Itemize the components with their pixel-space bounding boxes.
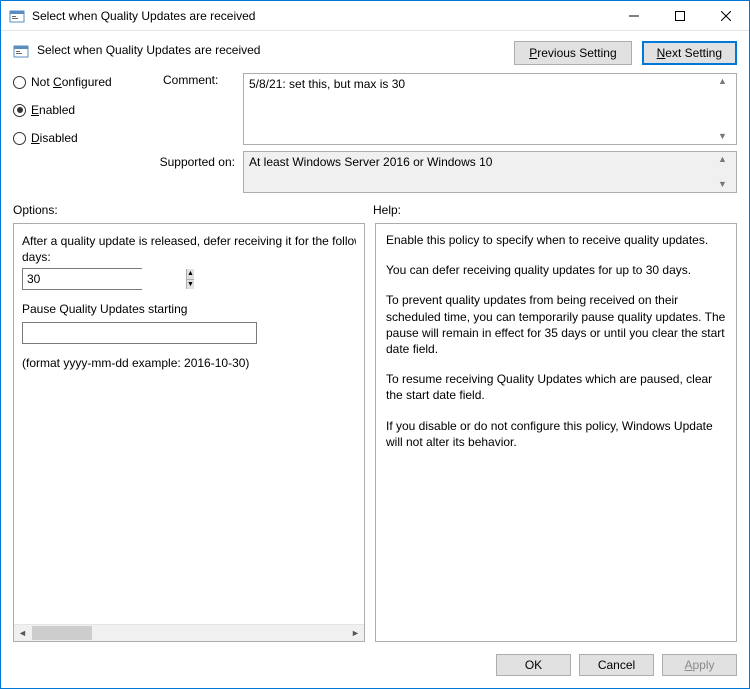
scrollbar-thumb[interactable] bbox=[32, 626, 92, 640]
defer-days-label-line2: days: bbox=[22, 250, 356, 264]
radio-enabled[interactable]: Enabled bbox=[13, 103, 163, 117]
format-hint: (format yyyy-mm-dd example: 2016-10-30) bbox=[22, 356, 356, 370]
help-text: You can defer receiving quality updates … bbox=[386, 262, 726, 278]
close-button[interactable] bbox=[703, 1, 749, 30]
prev-label-rest: revious Setting bbox=[537, 46, 616, 60]
supported-text: At least Windows Server 2016 or Windows … bbox=[249, 155, 714, 189]
maximize-icon bbox=[675, 11, 685, 21]
help-label: Help: bbox=[373, 203, 401, 217]
radio-not-configured[interactable]: Not Configured bbox=[13, 75, 163, 89]
scroll-right-button[interactable]: ► bbox=[347, 625, 364, 642]
window-body: Select when Quality Updates are received… bbox=[1, 31, 749, 688]
supported-field: At least Windows Server 2016 or Windows … bbox=[243, 151, 737, 193]
spinner-up-button[interactable]: ▲ bbox=[187, 269, 194, 280]
scroll-left-button[interactable]: ◄ bbox=[14, 625, 31, 642]
scroll-down-icon[interactable]: ▼ bbox=[714, 180, 731, 189]
titlebar: Select when Quality Updates are received bbox=[1, 1, 749, 31]
defer-days-input[interactable] bbox=[23, 269, 186, 289]
comment-label: Comment: bbox=[163, 73, 243, 145]
close-icon bbox=[721, 11, 731, 21]
radio-label: Enabled bbox=[31, 103, 75, 117]
app-icon bbox=[9, 8, 25, 24]
radio-icon bbox=[13, 132, 26, 145]
next-label-rest: ext Setting bbox=[665, 46, 722, 60]
spinner-down-button[interactable]: ▼ bbox=[187, 280, 194, 290]
defer-days-label: After a quality update is released, defe… bbox=[22, 234, 356, 248]
dialog-footer: OK Cancel Apply bbox=[13, 642, 737, 676]
nav-buttons: Previous Setting Next Setting bbox=[514, 41, 737, 65]
options-panel: After a quality update is released, defe… bbox=[13, 223, 365, 642]
titlebar-controls bbox=[611, 1, 749, 30]
apply-button[interactable]: Apply bbox=[662, 654, 737, 676]
radio-disabled[interactable]: Disabled bbox=[13, 131, 163, 145]
scroll-down-icon[interactable]: ▼ bbox=[714, 132, 731, 141]
radio-icon bbox=[13, 76, 26, 89]
help-text: To prevent quality updates from being re… bbox=[386, 292, 726, 357]
help-text: To resume receiving Quality Updates whic… bbox=[386, 371, 726, 403]
header-row: Select when Quality Updates are received… bbox=[13, 41, 737, 65]
defer-days-spinner[interactable]: ▲ ▼ bbox=[22, 268, 142, 290]
supported-row: Supported on: At least Windows Server 20… bbox=[13, 151, 737, 193]
comment-text: 5/8/21: set this, but max is 30 bbox=[249, 77, 714, 141]
policy-editor-window: Select when Quality Updates are received… bbox=[0, 0, 750, 689]
radio-icon bbox=[13, 104, 26, 117]
options-label: Options: bbox=[13, 203, 373, 217]
policy-icon bbox=[13, 43, 29, 59]
state-radio-group: Not Configured Enabled Disabled bbox=[13, 73, 163, 145]
scroll-up-icon[interactable]: ▲ bbox=[714, 77, 731, 86]
help-panel: Enable this policy to specify when to re… bbox=[375, 223, 737, 642]
minimize-button[interactable] bbox=[611, 1, 657, 30]
panels: After a quality update is released, defe… bbox=[13, 223, 737, 642]
cancel-button[interactable]: Cancel bbox=[579, 654, 654, 676]
ok-button[interactable]: OK bbox=[496, 654, 571, 676]
radio-label: Disabled bbox=[31, 131, 78, 145]
comment-scroll: ▲ ▼ bbox=[714, 77, 731, 141]
minimize-icon bbox=[629, 11, 639, 21]
options-horizontal-scrollbar[interactable]: ◄ ► bbox=[14, 624, 364, 641]
help-text: Enable this policy to specify when to re… bbox=[386, 232, 726, 248]
comment-field[interactable]: 5/8/21: set this, but max is 30 ▲ ▼ bbox=[243, 73, 737, 145]
supported-label: Supported on: bbox=[13, 151, 243, 193]
radio-label: Not Configured bbox=[31, 75, 112, 89]
previous-setting-button[interactable]: Previous Setting bbox=[514, 41, 631, 65]
scroll-up-icon[interactable]: ▲ bbox=[714, 155, 731, 164]
pause-date-input[interactable] bbox=[22, 322, 257, 344]
maximize-button[interactable] bbox=[657, 1, 703, 30]
pause-date-label: Pause Quality Updates starting bbox=[22, 302, 356, 316]
titlebar-text: Select when Quality Updates are received bbox=[32, 9, 611, 23]
config-row: Not Configured Enabled Disabled Comment:… bbox=[13, 73, 737, 145]
panels-header: Options: Help: bbox=[13, 203, 737, 217]
help-text: If you disable or do not configure this … bbox=[386, 418, 726, 450]
options-content: After a quality update is released, defe… bbox=[14, 224, 364, 624]
policy-title: Select when Quality Updates are received bbox=[37, 41, 514, 57]
supported-scroll: ▲ ▼ bbox=[714, 155, 731, 189]
next-setting-button[interactable]: Next Setting bbox=[642, 41, 737, 65]
spinner-buttons: ▲ ▼ bbox=[186, 269, 194, 289]
